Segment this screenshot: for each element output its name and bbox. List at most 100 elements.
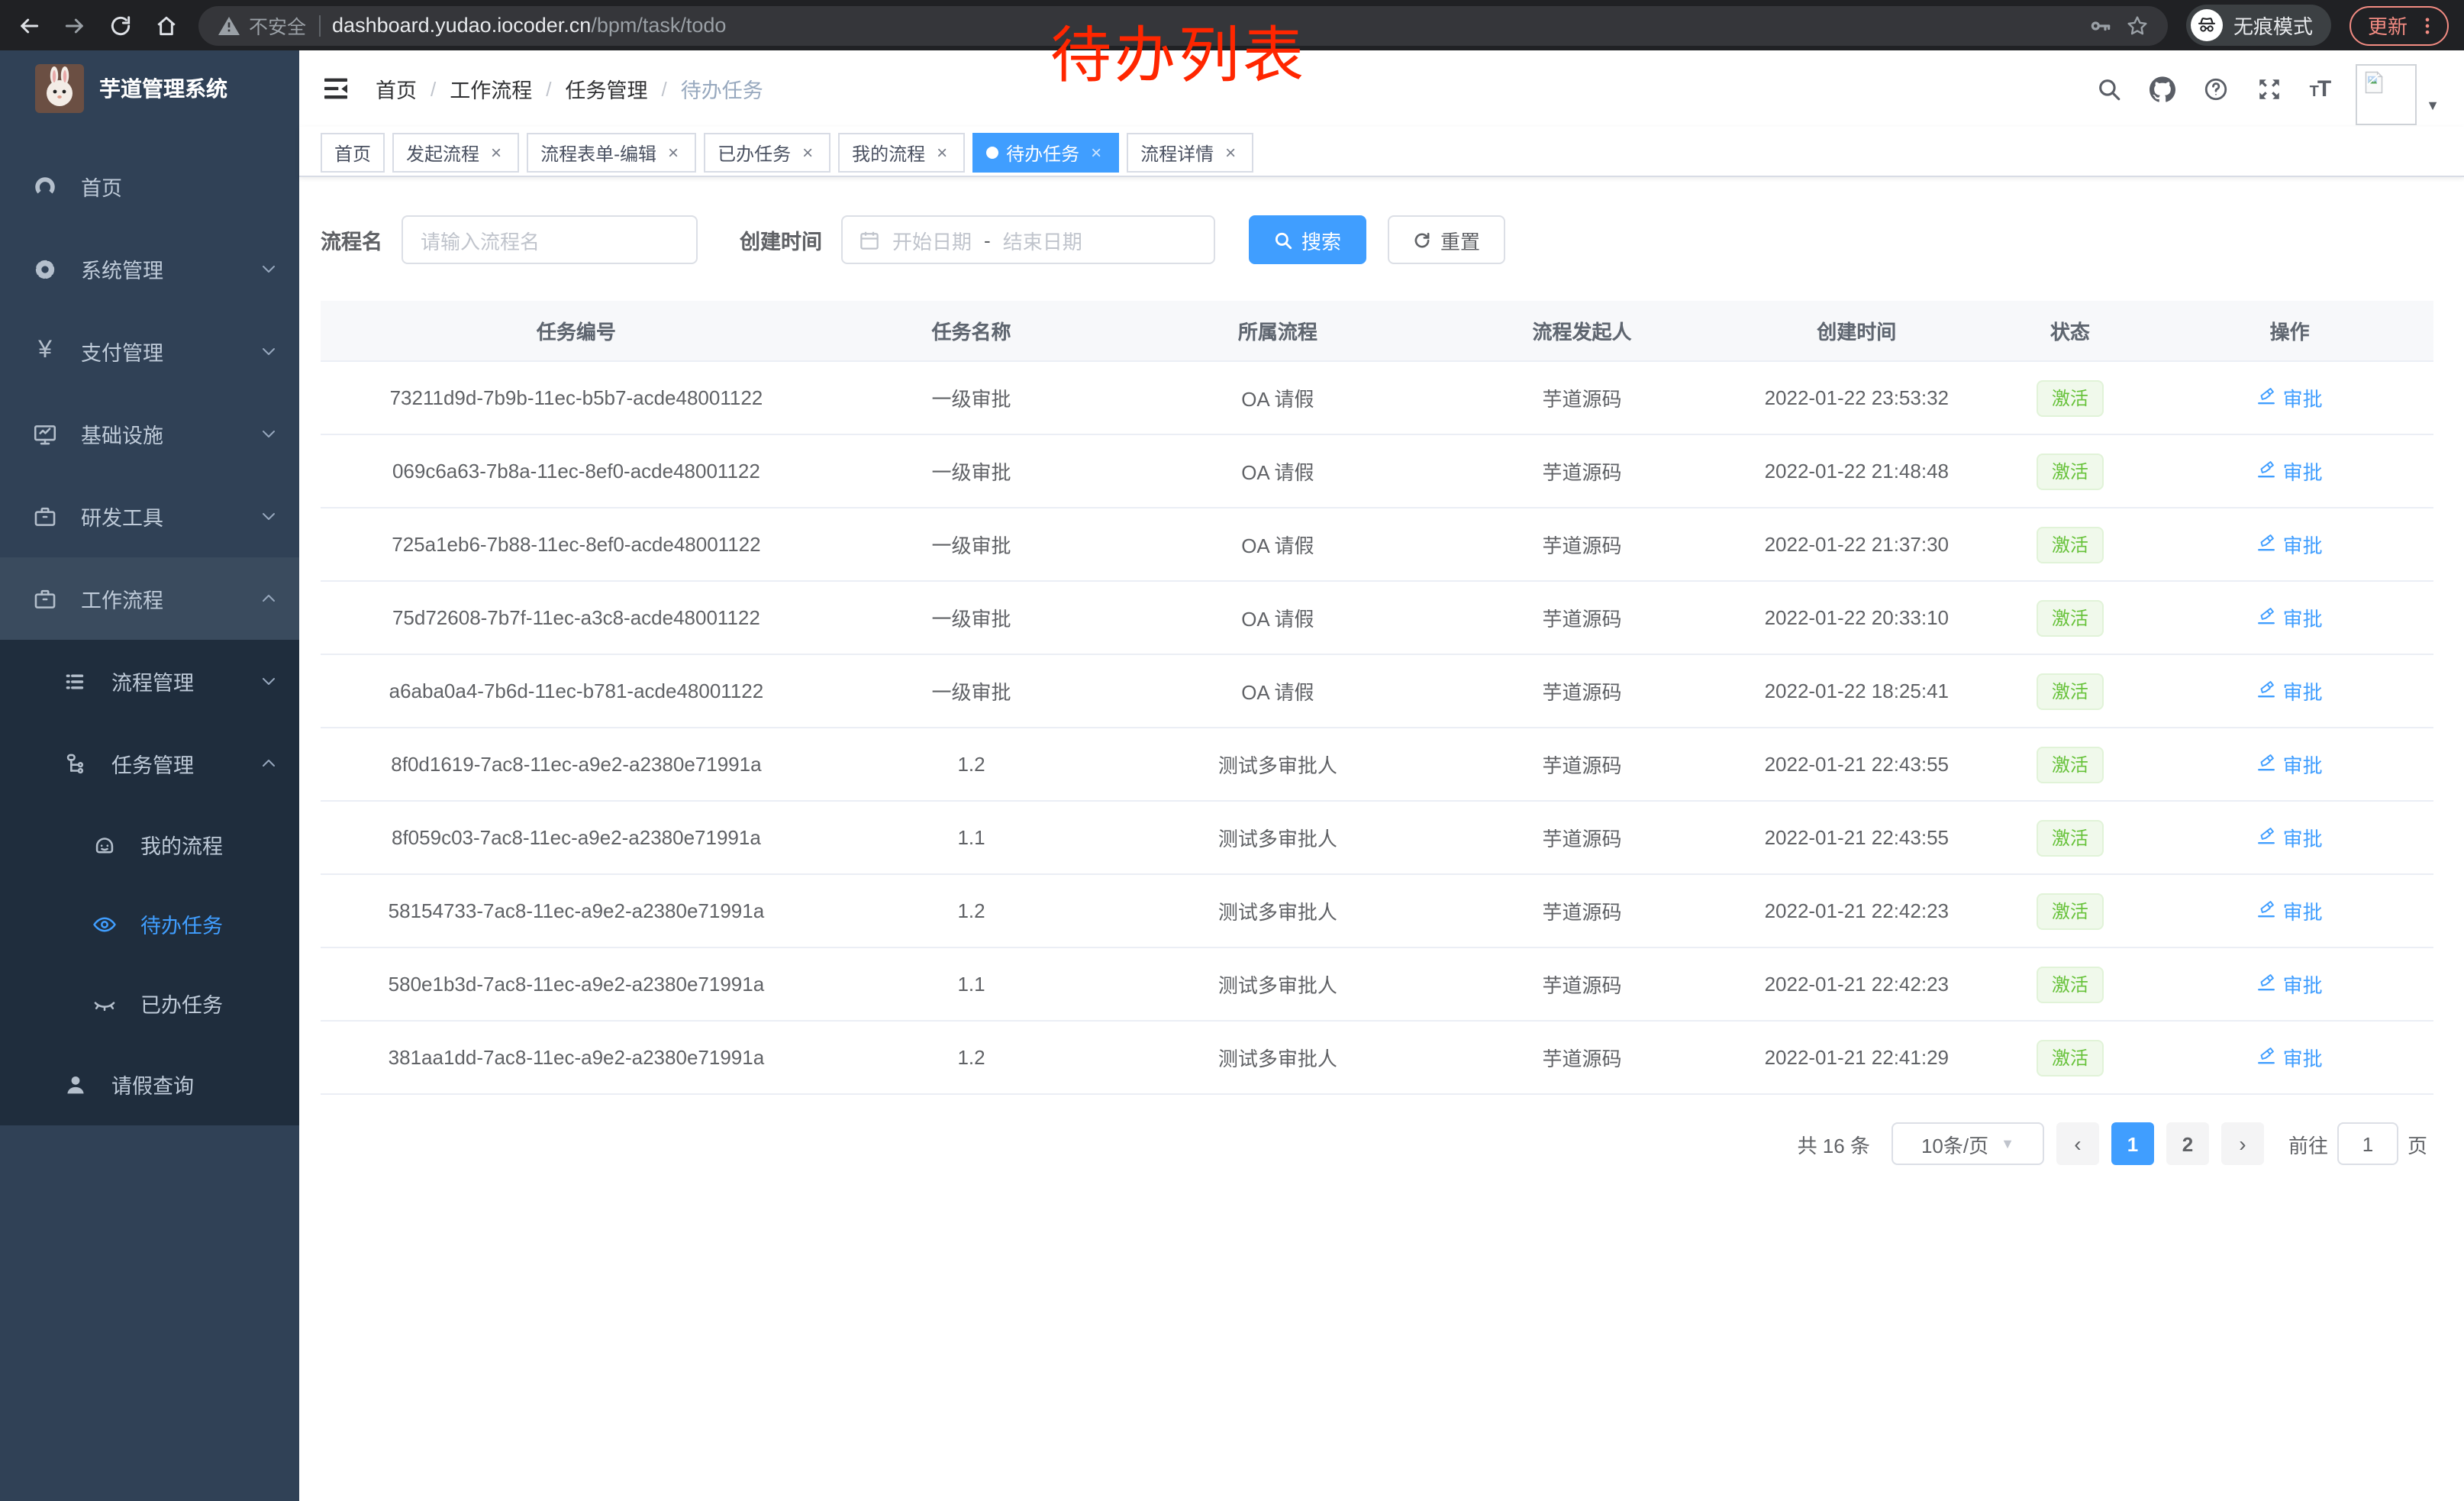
browser-reload-button[interactable] [107, 11, 134, 39]
tab-close-icon[interactable]: × [933, 142, 951, 163]
tab-6[interactable]: 流程详情 × [1127, 133, 1253, 173]
tab-label: 已办任务 [718, 140, 791, 166]
approve-link[interactable]: 审批 [2257, 970, 2323, 999]
sidebar-subitem-label: 请假查询 [111, 1069, 278, 1099]
sidebar-item-5[interactable]: 工作流程 [0, 557, 299, 640]
browser-update-button[interactable]: 更新 [2350, 5, 2449, 45]
tab-3[interactable]: 已办任务 × [704, 133, 830, 173]
approve-link-label: 审批 [2283, 970, 2323, 999]
action-cell: 审批 [2146, 457, 2433, 486]
date-range-picker[interactable]: 开始日期 - 结束日期 [840, 215, 1214, 264]
font-size-icon[interactable]: TT [2310, 76, 2330, 102]
breadcrumb-item[interactable]: 工作流程 [450, 73, 532, 104]
breadcrumb-item[interactable]: 任务管理 [566, 73, 648, 104]
sidebar-subitem-1[interactable]: 任务管理 [0, 722, 299, 805]
status-cell: 激活 [1994, 379, 2146, 416]
goto-page-input[interactable]: 1 [2337, 1122, 2398, 1165]
sidebar-item-4[interactable]: 研发工具 [0, 475, 299, 557]
approve-link[interactable]: 审批 [2257, 823, 2323, 852]
approve-link[interactable]: 审批 [2257, 896, 2323, 925]
column-header-4: 创建时间 [1719, 316, 1994, 345]
process-starter-cell: 芋道源码 [1445, 1043, 1720, 1072]
breadcrumb-item[interactable]: 首页 [376, 73, 417, 104]
sidebar-item-0[interactable]: 首页 [0, 145, 299, 228]
filter-bar: 流程名 请输入流程名 创建时间 开始日期 - 结束日期 搜索 [321, 215, 2433, 264]
sidebar-subitem-4[interactable]: 已办任务 [0, 964, 299, 1043]
main-area: 首页/工作流程/任务管理/待办任务 TT ▼ 首页发起流程×流程表单-编辑×已办… [299, 50, 2464, 1501]
sidebar-item-label: 研发工具 [81, 501, 260, 531]
sidebar-item-3[interactable]: 基础设施 [0, 392, 299, 475]
approve-link[interactable]: 审批 [2257, 750, 2323, 779]
action-cell: 审批 [2146, 603, 2433, 632]
search-icon[interactable] [2096, 75, 2124, 102]
task-name-cell: 一级审批 [832, 603, 1111, 632]
table-row-4: a6aba0a4-7b6d-11ec-b781-acde48001122一级审批… [321, 655, 2433, 728]
status-badge: 激活 [2037, 453, 2104, 489]
create-time-cell: 2022-01-22 21:37:30 [1719, 533, 1994, 556]
approve-link[interactable]: 审批 [2257, 530, 2323, 559]
sidebar-toggle-icon[interactable] [321, 73, 351, 104]
eye-icon [92, 911, 118, 937]
tab-label: 发起流程 [406, 140, 479, 166]
tab-2[interactable]: 流程表单-编辑× [527, 133, 696, 173]
browser-home-button[interactable] [153, 11, 180, 39]
sidebar-subitem-3-active[interactable]: 待办任务 [0, 884, 299, 964]
tab-1[interactable]: 发起流程 × [392, 133, 519, 173]
approve-link[interactable]: 审批 [2257, 457, 2323, 486]
browser-back-button[interactable] [15, 11, 43, 39]
status-cell: 激活 [1994, 1039, 2146, 1076]
sidebar-subitem-2[interactable]: 我的流程 [0, 805, 299, 884]
task-name-cell: 一级审批 [832, 676, 1111, 705]
page-size-select[interactable]: 10条/页 ▼ [1892, 1122, 2044, 1165]
tab-close-icon[interactable]: × [1087, 142, 1105, 163]
create-time-cell: 2022-01-22 20:33:10 [1719, 606, 1994, 629]
approve-link[interactable]: 审批 [2257, 676, 2323, 705]
github-icon[interactable] [2150, 75, 2177, 102]
tab-close-icon[interactable]: × [798, 142, 817, 163]
process-name-input[interactable]: 请输入流程名 [401, 215, 697, 264]
tab-4[interactable]: 我的流程 × [838, 133, 965, 173]
approve-link[interactable]: 审批 [2257, 383, 2323, 412]
eye-closed-icon [92, 990, 118, 1016]
search-button[interactable]: 搜索 [1248, 215, 1366, 264]
process-starter-cell: 芋道源码 [1445, 896, 1720, 925]
next-page-button[interactable]: › [2221, 1122, 2264, 1165]
tab-close-icon[interactable]: × [487, 142, 505, 163]
tab-5-active[interactable]: 待办任务× [972, 133, 1119, 173]
not-secure-warning-icon [217, 13, 241, 37]
tab-label: 流程详情 [1140, 140, 1214, 166]
approve-link[interactable]: 审批 [2257, 1043, 2323, 1072]
sidebar-item-1[interactable]: 系统管理 [0, 228, 299, 310]
password-key-icon[interactable] [2088, 13, 2113, 37]
fullscreen-icon[interactable] [2256, 75, 2284, 102]
sidebar-subitem-0[interactable]: 流程管理 [0, 640, 299, 722]
approve-link[interactable]: 审批 [2257, 603, 2323, 632]
bookmark-star-icon[interactable] [2125, 13, 2150, 37]
tab-label: 我的流程 [852, 140, 925, 166]
help-icon[interactable] [2203, 75, 2230, 102]
tab-close-icon[interactable]: × [1221, 142, 1240, 163]
prev-page-button[interactable]: ‹ [2056, 1122, 2099, 1165]
tab-0[interactable]: 首页 [321, 133, 385, 173]
robot-icon [92, 831, 118, 857]
sidebar-item-2[interactable]: ¥支付管理 [0, 310, 299, 392]
user-avatar[interactable]: ▼ [2356, 64, 2440, 125]
sidebar-logo[interactable]: 芋道管理系统 [0, 50, 299, 127]
reset-button[interactable]: 重置 [1387, 215, 1505, 264]
briefcase-icon [32, 503, 58, 529]
page-button-2[interactable]: 2 [2166, 1122, 2209, 1165]
page-number-list: 12 [2111, 1122, 2209, 1165]
browser-forward-button[interactable] [61, 11, 89, 39]
table-row-6: 8f059c03-7ac8-11ec-a9e2-a2380e71991a1.1测… [321, 802, 2433, 875]
approve-link-label: 审批 [2283, 823, 2323, 852]
monitor-icon [32, 421, 58, 447]
process-name-cell: 测试多审批人 [1111, 896, 1444, 925]
task-id-cell: 8f059c03-7ac8-11ec-a9e2-a2380e71991a [321, 826, 832, 849]
create-time-cell: 2022-01-21 22:42:23 [1719, 899, 1994, 922]
sidebar-subitem-5[interactable]: 请假查询 [0, 1043, 299, 1125]
tab-close-icon[interactable]: × [664, 142, 682, 163]
create-time-cell: 2022-01-22 18:25:41 [1719, 679, 1994, 702]
page-button-1-active[interactable]: 1 [2111, 1122, 2154, 1165]
caret-down-icon: ▼ [2426, 98, 2440, 113]
not-secure-label: 不安全 [249, 11, 306, 40]
